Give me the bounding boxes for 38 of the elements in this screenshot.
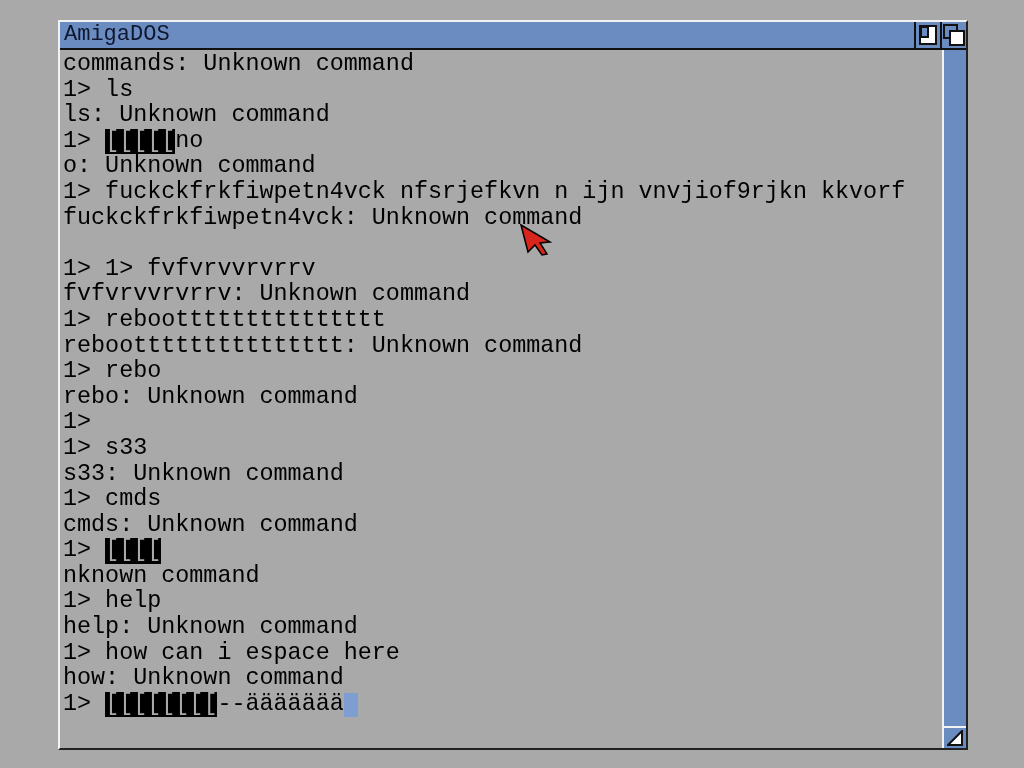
- highlighted-text: [[[[[: [105, 128, 176, 155]
- mouse-pointer-icon: [520, 224, 554, 256]
- console-text: 1> fuckckfrkfiwpetn4vck nfsrjefkvn n ijn vnvjiof9rjkn kkvorf: [63, 179, 906, 206]
- console-text: fvfvrvvrvrrv: Unknown command: [63, 282, 471, 308]
- console-text: cmds: Unknown command: [63, 512, 358, 538]
- depth-gadget[interactable]: [914, 22, 940, 48]
- console-text: 1> how can i espace here: [63, 640, 400, 666]
- window-zoom-icon: [919, 25, 937, 45]
- console-text: --äääääää: [217, 691, 344, 718]
- console-text: 1>: [63, 691, 93, 718]
- highlighted-text: [[[[: [105, 538, 162, 564]
- resize-icon: [947, 730, 963, 746]
- console-text: 1>: [63, 410, 92, 436]
- console-text: help: Unknown command: [63, 615, 358, 641]
- console-text: 1>: [63, 538, 93, 564]
- console-text: 1> s33: [63, 435, 148, 462]
- console-text: reboottttttttttttttt: Unknown command: [63, 333, 583, 359]
- console-text: 1> rebo: [63, 359, 162, 385]
- console-text: fuckckfrkfiwpetn4vck: Unknown command: [63, 205, 583, 232]
- window-title: AmigaDOS: [63, 24, 171, 46]
- highlighted-text: [[[[[[[[: [105, 691, 218, 718]
- console-text: 1> cmds: [63, 487, 162, 513]
- console-text: 1> reboottttttttttttttt: [63, 307, 386, 334]
- console-text: no: [175, 128, 204, 154]
- console-text: commands: Unknown command: [63, 52, 414, 78]
- console-text: 1>: [63, 128, 93, 155]
- console-text: 1> 1> fvfvrvvrvrrv: [63, 256, 316, 282]
- console-text: 1> ls: [63, 77, 134, 103]
- size-gadget[interactable]: [944, 726, 966, 748]
- console-text: nknown command: [63, 563, 260, 589]
- scroll-bar[interactable]: [942, 50, 966, 748]
- console-text: ls: Unknown command: [63, 103, 330, 129]
- console-text: 1> help: [63, 589, 162, 615]
- console-text: o: Unknown command: [63, 154, 316, 180]
- console-text: how: Unknown command: [63, 666, 344, 692]
- front-back-gadget[interactable]: [940, 22, 966, 48]
- console-text: s33: Unknown command: [63, 461, 344, 487]
- console-text: rebo: Unknown command: [63, 384, 358, 411]
